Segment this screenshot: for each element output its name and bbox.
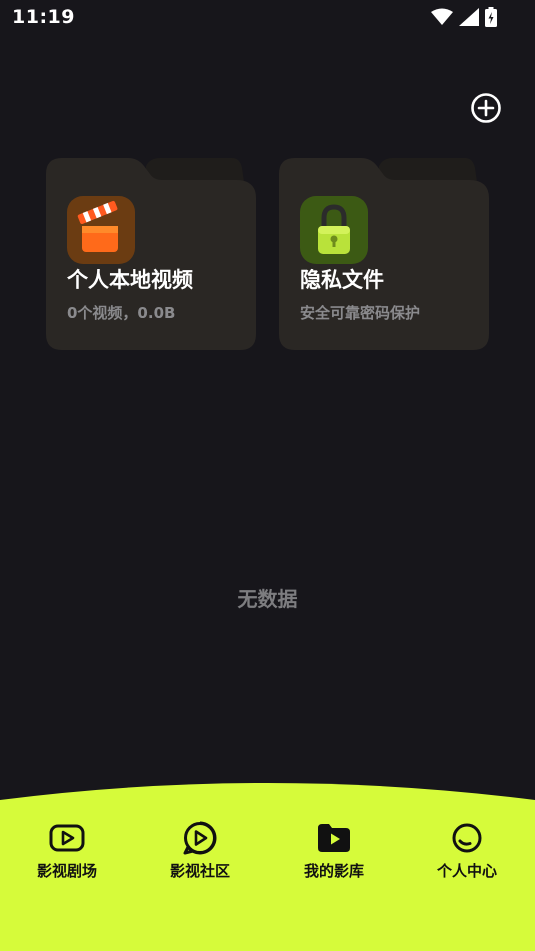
battery-icon	[485, 7, 497, 31]
bottom-nav: 影视剧场 影视社区 我的影库 个人中心	[0, 780, 535, 951]
nav-item-community[interactable]: 影视社区	[150, 820, 250, 881]
nav-item-library[interactable]: 我的影库	[284, 820, 384, 881]
private-files-card[interactable]: 隐私文件 安全可靠密码保护	[279, 158, 489, 350]
nav-item-theater[interactable]: 影视剧场	[17, 820, 117, 881]
status-icons	[431, 7, 497, 31]
nav-item-profile[interactable]: 个人中心	[417, 820, 517, 881]
clapperboard-icon	[67, 196, 135, 264]
nav-label: 影视社区	[169, 862, 230, 880]
add-button[interactable]	[470, 92, 502, 124]
card-subtitle: 安全可靠密码保护	[300, 304, 421, 322]
plus-circle-icon	[471, 93, 501, 123]
signal-icon	[459, 8, 479, 30]
card-title: 隐私文件	[300, 268, 384, 292]
nav-label: 影视剧场	[36, 862, 97, 880]
wifi-icon	[431, 8, 453, 30]
padlock-icon	[300, 196, 368, 264]
folder-play-icon	[318, 824, 350, 852]
status-bar: 11:19	[0, 0, 535, 36]
card-subtitle: 0个视频，0.0B	[67, 304, 176, 322]
nav-label: 个人中心	[436, 862, 497, 880]
empty-state-text: 无数据	[237, 587, 298, 611]
nav-label: 我的影库	[303, 862, 364, 880]
status-time: 11:19	[12, 6, 75, 28]
chat-play-icon	[183, 821, 217, 855]
profile-circle-icon	[452, 823, 482, 853]
local-videos-card[interactable]: 个人本地视频 0个视频，0.0B	[46, 158, 256, 350]
card-title: 个人本地视频	[67, 268, 193, 292]
tv-play-icon	[49, 824, 85, 852]
